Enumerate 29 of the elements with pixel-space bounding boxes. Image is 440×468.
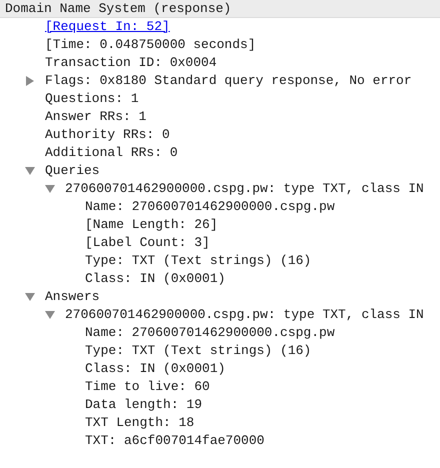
tree-item[interactable]: Additional RRs: 0: [45, 144, 178, 162]
tree-item[interactable]: Time to live: 60: [85, 378, 210, 396]
tree-item[interactable]: Type: TXT (Text strings) (16): [85, 252, 312, 270]
expanded-triangle-icon[interactable]: [45, 310, 55, 320]
tree-item[interactable]: Flags: 0x8180 Standard query response, No error: [45, 72, 412, 90]
tree-item[interactable]: Answers: [45, 288, 100, 306]
tree-item[interactable]: Name: 270600701462900000.cspg.pw: [85, 198, 335, 216]
tree-item[interactable]: Name: 270600701462900000.cspg.pw: [85, 324, 335, 342]
expanded-triangle-icon[interactable]: [25, 292, 35, 302]
tree-item[interactable]: Questions: 1: [45, 90, 139, 108]
tree-item[interactable]: [Time: 0.048750000 seconds]: [45, 36, 256, 54]
tree-item[interactable]: [Name Length: 26]: [85, 216, 218, 234]
expanded-triangle-icon[interactable]: [25, 166, 35, 176]
tree-item[interactable]: TXT: a6cf007014fae70000: [85, 432, 264, 450]
expanded-triangle-icon[interactable]: [45, 184, 55, 194]
tree-item[interactable]: [Label Count: 3]: [85, 234, 210, 252]
tree-item[interactable]: Transaction ID: 0x0004: [45, 54, 217, 72]
collapsed-triangle-icon[interactable]: [25, 76, 35, 86]
tree-item[interactable]: Answer RRs: 1: [45, 108, 146, 126]
tree-item[interactable]: Queries: [45, 162, 100, 180]
tree-item[interactable]: TXT Length: 18: [85, 414, 194, 432]
request-link[interactable]: [Request In: 52]: [45, 18, 170, 36]
tree-item[interactable]: Data length: 19: [85, 396, 202, 414]
tree-item[interactable]: Type: TXT (Text strings) (16): [85, 342, 312, 360]
tree-item[interactable]: Class: IN (0x0001): [85, 360, 226, 378]
tree-item[interactable]: Class: IN (0x0001): [85, 270, 226, 288]
tree-item[interactable]: 270600701462900000.cspg.pw: type TXT, class IN: [65, 180, 424, 198]
tree-item[interactable]: Authority RRs: 0: [45, 126, 170, 144]
tree-item[interactable]: 270600701462900000.cspg.pw: type TXT, class IN: [65, 306, 424, 324]
